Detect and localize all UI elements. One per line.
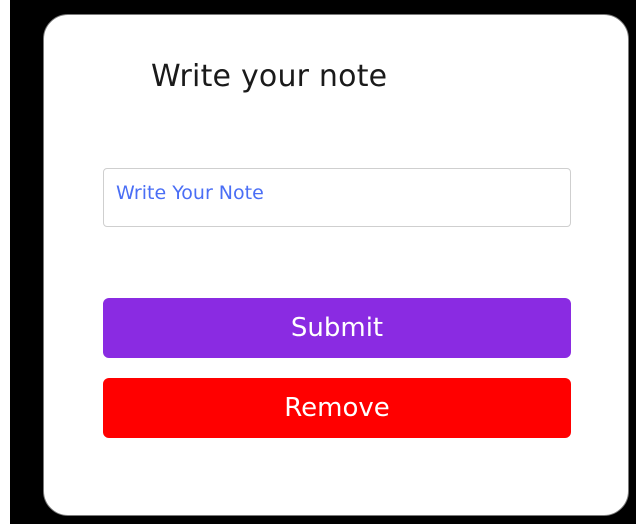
left-edge-strip (0, 0, 10, 524)
submit-button[interactable]: Submit (103, 298, 571, 358)
note-input[interactable] (103, 168, 571, 227)
card-title: Write your note (151, 59, 388, 94)
remove-button[interactable]: Remove (103, 378, 571, 438)
note-card: Write your note Submit Remove (43, 14, 629, 516)
